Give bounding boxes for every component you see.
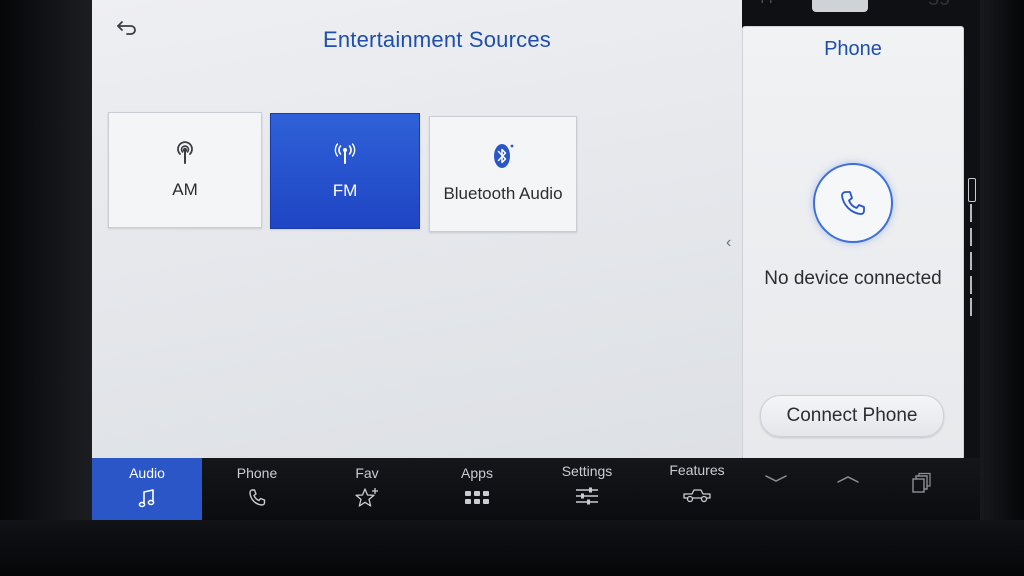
music-note-icon [137,487,157,509]
phone-icon [246,487,268,509]
source-label-bluetooth-audio: Bluetooth Audio [443,184,563,203]
nav-label-phone: Phone [236,465,278,481]
star-plus-icon [354,487,380,509]
nav-label-features: Features [669,462,725,478]
scroll-dash [970,204,972,222]
phone-panel: Phone No device connected Connect Phone [742,26,964,460]
scroll-dash [970,228,972,246]
status-fragment-left: TT [758,0,775,6]
scroll-dash [970,252,972,270]
chevron-up-icon[interactable] [836,472,860,491]
collapse-panel-chevron-icon[interactable]: ‹ [726,234,731,252]
status-pill [812,0,868,12]
sliders-icon [574,485,600,507]
source-label-am: AM [172,180,198,199]
back-arrow-icon [117,21,136,35]
back-button[interactable] [114,16,140,38]
entertainment-sources-page: Entertainment Sources AM FM Bluetooth Au… [92,0,742,458]
chevron-down-icon[interactable] [764,472,788,491]
source-tile-bluetooth-audio[interactable]: Bluetooth Audio [429,116,577,232]
source-tile-am[interactable]: AM [108,112,262,228]
nav-label-fav: Fav [355,465,379,481]
scroll-dash [970,298,972,316]
phone-status-button[interactable] [813,163,893,243]
bluetooth-icon [490,144,516,170]
screen-bezel-right [980,0,1024,576]
nav-item-fav[interactable]: Fav [312,458,422,520]
scroll-thumb[interactable] [968,178,976,202]
page-title: Entertainment Sources [323,27,551,52]
truck-icon [682,484,712,506]
nav-item-apps[interactable]: Apps [422,458,532,520]
phone-icon [841,191,865,215]
temperature-readout: 59° [928,0,958,11]
nav-item-features[interactable]: Features [642,458,752,520]
nav-item-settings[interactable]: Settings [532,458,642,520]
screen-bezel-left [0,0,92,576]
nav-label-audio: Audio [129,465,165,481]
antenna-icon [172,140,198,166]
radio-tower-icon [332,141,358,167]
screen-bezel-bottom [0,520,1024,576]
nav-label-settings: Settings [561,463,613,479]
nav-item-phone[interactable]: Phone [202,458,312,520]
cards-icon[interactable] [910,472,932,499]
panel-scroll-indicator[interactable] [968,178,976,318]
nav-item-audio[interactable]: Audio [92,458,202,520]
scroll-dash [970,276,972,294]
apps-grid-icon [464,487,490,509]
infotainment-screen: Entertainment Sources AM FM Bluetooth Au… [92,0,980,520]
bottom-nav-bar: Audio Phone Fav Apps Settings Features [92,458,980,520]
phone-status-text: No device connected [764,268,942,289]
source-label-fm: FM [332,181,358,200]
nav-label-apps: Apps [461,465,493,481]
source-tile-fm[interactable]: FM [270,113,420,229]
phone-panel-title: Phone [824,38,882,60]
connect-phone-button[interactable]: Connect Phone [760,395,944,437]
